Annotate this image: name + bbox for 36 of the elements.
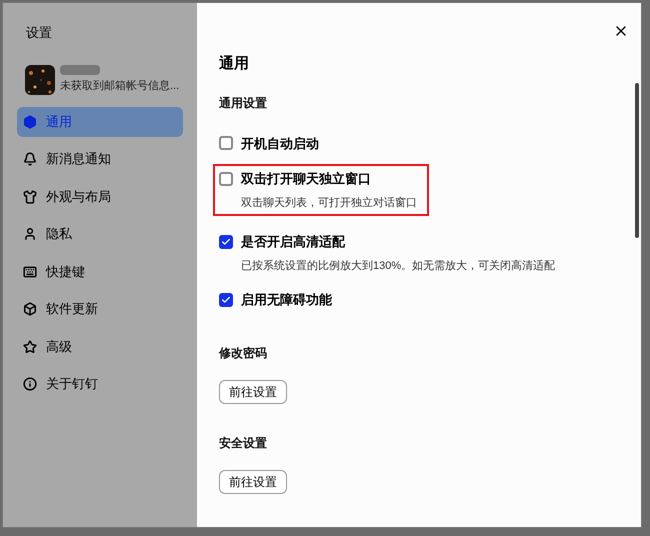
- keyboard-icon: [23, 264, 37, 278]
- section-heading: 修改密码: [219, 344, 268, 362]
- sidebar-item[interactable]: 新消息通知: [17, 144, 183, 174]
- shirt-icon: [23, 190, 37, 204]
- account-status: 未获取到邮箱帐号信息...: [60, 78, 180, 94]
- option-description: 双击聊天列表，可打开独立对话窗口: [241, 196, 417, 210]
- go-settings-button[interactable]: 前往设置: [219, 380, 287, 404]
- sidebar-item[interactable]: 关于钉钉: [17, 369, 183, 399]
- section-heading: 通用设置: [219, 94, 268, 112]
- page-title: 通用: [219, 54, 250, 74]
- checkbox[interactable]: [219, 136, 233, 150]
- person-icon: [23, 227, 37, 241]
- checkbox[interactable]: [219, 292, 233, 307]
- sidebar-item[interactable]: 快捷键: [17, 256, 183, 286]
- option-label: 双击打开聊天独立窗口: [241, 170, 371, 188]
- window-title: 设置: [26, 24, 53, 42]
- sidebar-item[interactable]: 外观与布局: [17, 182, 183, 212]
- option-description: 已按系统设置的比例放大到130%。如无需放大，可关闭高清适配: [241, 258, 556, 274]
- hexagon-icon: [23, 114, 37, 128]
- sidebar-item[interactable]: 高级: [17, 332, 183, 362]
- star-icon: [23, 340, 37, 354]
- option-label: 是否开启高清适配: [241, 233, 345, 251]
- check-icon: [221, 294, 231, 305]
- sidebar-item[interactable]: 隐私: [17, 219, 183, 249]
- option-label: 开机自动启动: [241, 134, 319, 152]
- cube-icon: [23, 302, 37, 316]
- option-label: 启用无障碍功能: [241, 291, 332, 309]
- blurred-name: [60, 64, 100, 75]
- info-icon: [23, 377, 37, 391]
- go-settings-button[interactable]: 前往设置: [219, 470, 287, 494]
- bell-icon: [23, 152, 37, 166]
- check-icon: [221, 236, 231, 247]
- section-heading: 安全设置: [219, 434, 268, 452]
- checkbox[interactable]: [219, 172, 233, 186]
- sidebar-item[interactable]: 软件更新: [17, 294, 183, 324]
- checkbox[interactable]: [219, 234, 233, 249]
